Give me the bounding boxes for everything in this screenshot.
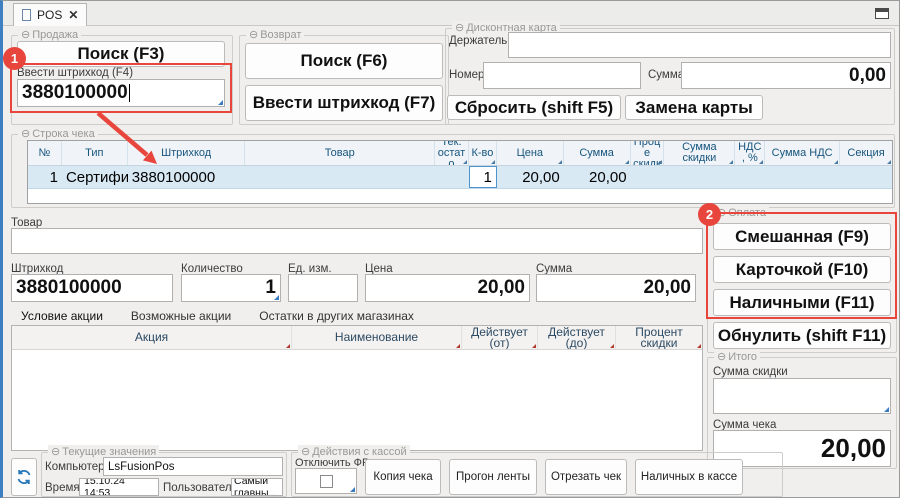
cell-vat-sum[interactable] — [765, 166, 840, 188]
header-promo[interactable]: Акция — [12, 326, 292, 349]
refresh-icon — [16, 469, 32, 485]
annotation-badge-1: 1 — [3, 47, 26, 70]
collapse-icon: ⊖ — [21, 29, 30, 41]
header-sum[interactable]: Сумма — [564, 141, 631, 165]
cell-discount-pct[interactable] — [631, 166, 665, 188]
document-icon — [22, 9, 31, 21]
header-discount-sum[interactable]: Сумма скидки — [664, 141, 735, 165]
cell-stock[interactable] — [435, 166, 469, 188]
cell-section[interactable] — [840, 166, 892, 188]
header-valid-to[interactable]: Действует (до) — [538, 326, 616, 349]
tab-pos-label: POS — [37, 8, 62, 22]
header-stock[interactable]: Тек. остато — [435, 141, 469, 165]
window-maximize-icon[interactable] — [875, 8, 889, 19]
user-value: Самый главны... — [231, 478, 283, 496]
cell-vat[interactable] — [735, 166, 765, 188]
pos-window: POS ✕ ⊖Продажа Поиск (F3) Ввести штрихко… — [0, 0, 900, 498]
header-num[interactable]: № — [28, 141, 62, 165]
refresh-button[interactable] — [11, 458, 37, 496]
cell-discount-sum[interactable] — [665, 166, 736, 188]
cash-in-till-button[interactable]: Наличных в кассе — [635, 459, 743, 495]
collapse-icon: ⊖ — [21, 128, 30, 140]
search-f6-button[interactable]: Поиск (F6) — [245, 43, 443, 79]
clear-button[interactable]: Обнулить (shift F11) — [713, 322, 891, 349]
qty-field[interactable]: 1 — [181, 274, 281, 302]
product-barcode-field[interactable]: 3880100000 — [11, 274, 173, 302]
cell-qty-focused[interactable]: 1 — [469, 166, 497, 188]
header-vat-sum[interactable]: Сумма НДС — [765, 141, 840, 165]
receipt-copy-button[interactable]: Копия чека — [365, 459, 441, 495]
header-price[interactable]: Цена — [497, 141, 564, 165]
sum-field: 20,00 — [536, 274, 696, 302]
header-discount-percent[interactable]: Процент скидки — [616, 326, 702, 349]
card-payment-button[interactable]: Карточкой (F10) — [713, 256, 891, 283]
sale-group-title: Продажа — [32, 29, 78, 41]
header-valid-from[interactable]: Действует (от) — [462, 326, 538, 349]
tab-bar: POS ✕ — [3, 1, 899, 26]
number-label: Номер — [449, 69, 484, 81]
receipt-table[interactable]: № Тип Штрихкод Товар Тек. остато К-во Це… — [27, 140, 893, 204]
discount-sum-field[interactable] — [713, 378, 891, 414]
computer-value: LsFusionPos — [103, 457, 283, 476]
header-name[interactable]: Наименование — [292, 326, 462, 349]
time-value: 15.10.24 14:53 — [79, 478, 159, 496]
table-row[interactable]: 1 Сертификат 3880100000 1 20,00 20,00 — [28, 166, 892, 189]
receipt-table-header: № Тип Штрихкод Товар Тек. остато К-во Це… — [28, 141, 892, 166]
header-type[interactable]: Тип — [62, 141, 128, 165]
header-barcode[interactable]: Штрихкод — [128, 141, 246, 165]
header-qty[interactable]: К-во — [469, 141, 497, 165]
cash-payment-button[interactable]: Наличными (F11) — [713, 289, 891, 316]
time-label: Время — [45, 482, 80, 494]
text-caret — [129, 84, 131, 102]
collapse-icon: ⊖ — [51, 446, 60, 458]
header-section[interactable]: Секция — [840, 141, 892, 165]
barcode-f4-label: Ввести штрихкод (F4) — [17, 67, 133, 79]
collapse-icon: ⊖ — [455, 22, 464, 34]
header-vat[interactable]: НДС, % — [735, 141, 765, 165]
payment-group-title: Оплата — [728, 207, 766, 219]
receipt-group-title: Строка чека — [32, 128, 94, 140]
collapse-icon: ⊖ — [717, 351, 726, 363]
unit-field[interactable] — [288, 274, 358, 302]
cell-product[interactable] — [245, 166, 435, 188]
cut-receipt-button[interactable]: Отрезать чек — [545, 459, 627, 495]
collapse-icon: ⊖ — [249, 29, 258, 41]
mixed-payment-button[interactable]: Смешанная (F9) — [713, 223, 891, 250]
discount-sum-label: Сумма скидки — [713, 366, 788, 378]
reset-card-button[interactable]: Сбросить (shift F5) — [447, 95, 621, 120]
disable-fr-checkbox[interactable] — [320, 475, 333, 488]
holder-input[interactable] — [508, 32, 891, 58]
tab-pos[interactable]: POS ✕ — [13, 3, 87, 26]
cell-barcode[interactable]: 3880100000 — [128, 166, 246, 188]
feed-tape-button[interactable]: Прогон ленты — [449, 459, 537, 495]
number-input[interactable] — [483, 62, 641, 89]
refund-group-title: Возврат — [260, 29, 301, 41]
price-field: 20,00 — [365, 274, 530, 302]
user-label: Пользователь — [163, 482, 238, 494]
header-product[interactable]: Товар — [245, 141, 435, 165]
cell-type[interactable]: Сертификат — [62, 166, 128, 188]
replace-card-button[interactable]: Замена карты — [625, 95, 763, 120]
barcode-f4-input[interactable]: 3880100000 — [17, 79, 225, 107]
barcode-f7-button[interactable]: Ввести штрихкод (F7) — [245, 85, 443, 121]
cell-sum[interactable]: 20,00 — [564, 166, 631, 188]
promo-table-header: Акция Наименование Действует (от) Действ… — [12, 326, 702, 350]
cell-price[interactable]: 20,00 — [497, 166, 564, 188]
disable-fr-cell[interactable] — [295, 468, 357, 494]
search-f3-button[interactable]: Поиск (F3) — [17, 41, 225, 67]
cell-num[interactable]: 1 — [28, 166, 62, 188]
card-sum-value: 0,00 — [681, 62, 891, 89]
annotation-badge-2: 2 — [698, 203, 721, 226]
promo-table[interactable]: Акция Наименование Действует (от) Действ… — [11, 325, 703, 451]
computer-label: Компьютер — [45, 461, 105, 473]
card-sum-label: Сумма — [648, 69, 684, 81]
product-name-field[interactable] — [11, 228, 703, 254]
total-group-title: Итого — [728, 351, 757, 363]
holder-label: Держатель — [449, 35, 507, 47]
tab-close-icon[interactable]: ✕ — [68, 8, 78, 22]
header-discount-pct[interactable]: Проце скидк — [631, 141, 665, 165]
